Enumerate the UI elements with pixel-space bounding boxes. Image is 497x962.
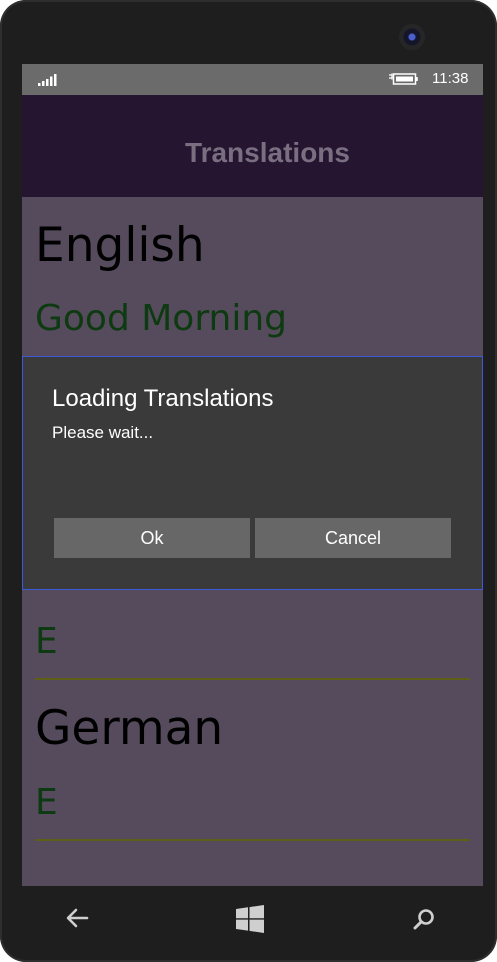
ok-button[interactable]: Ok	[54, 518, 250, 558]
translation-entry-1[interactable]: E	[35, 621, 58, 662]
page-title: Translations	[185, 137, 350, 168]
target-language-label: German	[35, 701, 224, 756]
back-arrow-icon[interactable]	[65, 908, 89, 928]
signal-bars-icon	[38, 74, 57, 86]
source-phrase: Good Morning	[35, 298, 287, 339]
dialog-title: Loading Translations	[52, 385, 274, 412]
loading-dialog: Loading Translations Please wait... Ok C…	[22, 356, 483, 590]
status-bar: 11:38	[22, 64, 483, 95]
cancel-button[interactable]: Cancel	[255, 518, 451, 558]
front-camera	[399, 24, 425, 50]
translation-entry-2[interactable]: E	[35, 782, 58, 823]
app-screen: 11:38 Translations English Good Morning …	[22, 64, 483, 886]
windows-logo-icon[interactable]	[236, 905, 264, 933]
phone-frame: 11:38 Translations English Good Morning …	[0, 0, 497, 962]
translation-entry-1-underline	[35, 678, 470, 680]
system-nav-bar	[0, 886, 497, 962]
title-bar: Translations	[22, 95, 483, 197]
dialog-message: Please wait...	[52, 423, 154, 442]
translation-entry-2-underline	[35, 839, 470, 841]
battery-charging-icon	[389, 73, 418, 85]
status-time: 11:38	[432, 70, 469, 87]
search-icon[interactable]	[413, 908, 435, 930]
source-language-label: English	[35, 218, 205, 273]
